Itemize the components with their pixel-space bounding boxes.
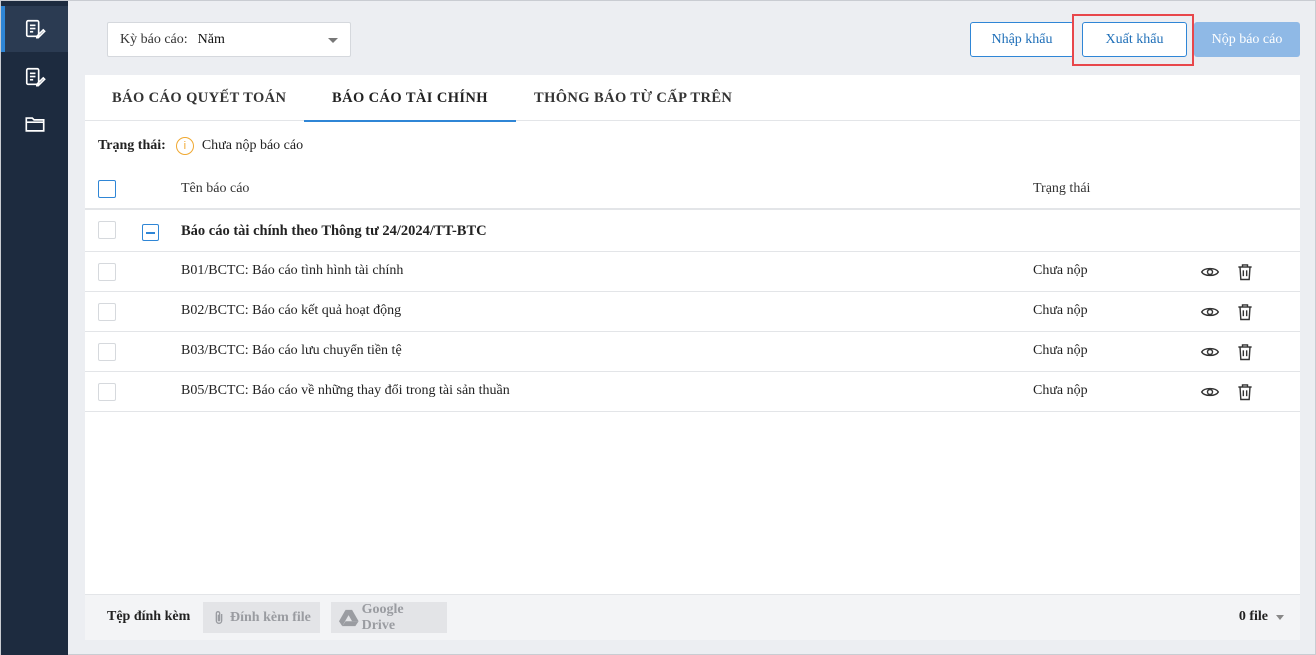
tab-bar: BÁO CÁO QUYẾT TOÁN BÁO CÁO TÀI CHÍNH THÔ…	[85, 75, 1300, 122]
table-row: B03/BCTC: Báo cáo lưu chuyển tiền tệ Chư…	[85, 332, 1300, 372]
chevron-down-icon	[328, 38, 338, 43]
period-select[interactable]: Kỳ báo cáo: Năm	[107, 22, 351, 57]
file-count-dropdown[interactable]: 0 file	[1239, 609, 1284, 625]
report-status: Chưa nộp	[1033, 343, 1088, 358]
report-status: Chưa nộp	[1033, 383, 1088, 398]
group-row: Báo cáo tài chính theo Thông tư 24/2024/…	[85, 212, 1300, 252]
report-list-icon	[25, 67, 46, 87]
select-all-checkbox[interactable]	[98, 180, 116, 198]
eye-icon[interactable]	[1200, 382, 1220, 402]
eye-icon[interactable]	[1200, 342, 1220, 362]
google-drive-button[interactable]: Google Drive	[331, 602, 447, 633]
group-title: Báo cáo tài chính theo Thông tư 24/2024/…	[181, 223, 487, 239]
row-checkbox[interactable]	[98, 263, 116, 281]
attachments-label: Tệp đính kèm	[107, 609, 191, 624]
column-name-header: Tên báo cáo	[181, 181, 250, 196]
sidebar-item-report-list[interactable]	[1, 54, 68, 100]
sidebar-item-folder[interactable]	[1, 101, 68, 147]
tab-settlement-report[interactable]: BÁO CÁO QUYẾT TOÁN	[112, 75, 286, 121]
report-name: B05/BCTC: Báo cáo về những thay đổi tron…	[181, 383, 510, 398]
table-row: B05/BCTC: Báo cáo về những thay đổi tron…	[85, 372, 1300, 412]
status-line: Trạng thái: i Chưa nộp báo cáo	[98, 135, 303, 157]
period-label: Kỳ báo cáo:	[120, 31, 188, 47]
export-button[interactable]: Xuất khẩu	[1082, 22, 1187, 57]
tab-superior-notice[interactable]: THÔNG BÁO TỪ CẤP TRÊN	[534, 75, 732, 121]
status-value: Chưa nộp báo cáo	[201, 138, 304, 153]
tab-financial-report[interactable]: BÁO CÁO TÀI CHÍNH	[304, 75, 516, 122]
info-icon: i	[175, 137, 194, 155]
folder-icon	[24, 117, 45, 132]
trash-icon[interactable]	[1235, 342, 1255, 362]
report-name: B01/BCTC: Báo cáo tình hình tài chính	[181, 263, 404, 278]
import-button[interactable]: Nhập khẩu	[970, 22, 1074, 57]
table-header: Tên báo cáo Trạng thái	[85, 171, 1300, 210]
collapse-icon[interactable]	[142, 224, 159, 241]
eye-icon[interactable]	[1200, 262, 1220, 282]
trash-icon[interactable]	[1235, 262, 1255, 282]
report-edit-icon	[25, 19, 46, 39]
file-count: 0 file	[1238, 609, 1268, 624]
paperclip-icon	[215, 610, 223, 624]
row-checkbox[interactable]	[98, 343, 116, 361]
row-checkbox[interactable]	[98, 383, 116, 401]
report-status: Chưa nộp	[1033, 263, 1088, 278]
period-value: Năm	[197, 31, 225, 47]
status-label: Trạng thái:	[98, 138, 166, 153]
trash-icon[interactable]	[1235, 302, 1255, 322]
report-name: B02/BCTC: Báo cáo kết quả hoạt động	[181, 303, 402, 318]
table-row: B01/BCTC: Báo cáo tình hình tài chính Ch…	[85, 252, 1300, 292]
chevron-down-icon	[1276, 614, 1284, 620]
sidebar	[1, 1, 68, 655]
row-checkbox[interactable]	[98, 303, 116, 321]
trash-icon[interactable]	[1235, 382, 1255, 402]
report-name: B03/BCTC: Báo cáo lưu chuyển tiền tệ	[181, 343, 402, 358]
eye-icon[interactable]	[1200, 302, 1220, 322]
google-drive-icon	[339, 609, 359, 626]
group-checkbox[interactable]	[98, 221, 116, 239]
attachments-bar: Tệp đính kèm Đính kèm file Google Drive …	[85, 594, 1300, 640]
google-drive-label: Google Drive	[361, 601, 404, 633]
attach-file-label: Đính kèm file	[230, 609, 311, 625]
main-panel: BÁO CÁO QUYẾT TOÁN BÁO CÁO TÀI CHÍNH THÔ…	[85, 75, 1300, 640]
sidebar-item-reports[interactable]	[1, 6, 68, 52]
column-status-header: Trạng thái	[1033, 181, 1091, 196]
submit-report-button[interactable]: Nộp báo cáo	[1194, 22, 1300, 57]
report-status: Chưa nộp	[1033, 303, 1088, 318]
attach-file-button[interactable]: Đính kèm file	[203, 602, 320, 633]
table-row: B02/BCTC: Báo cáo kết quả hoạt động Chưa…	[85, 292, 1300, 332]
